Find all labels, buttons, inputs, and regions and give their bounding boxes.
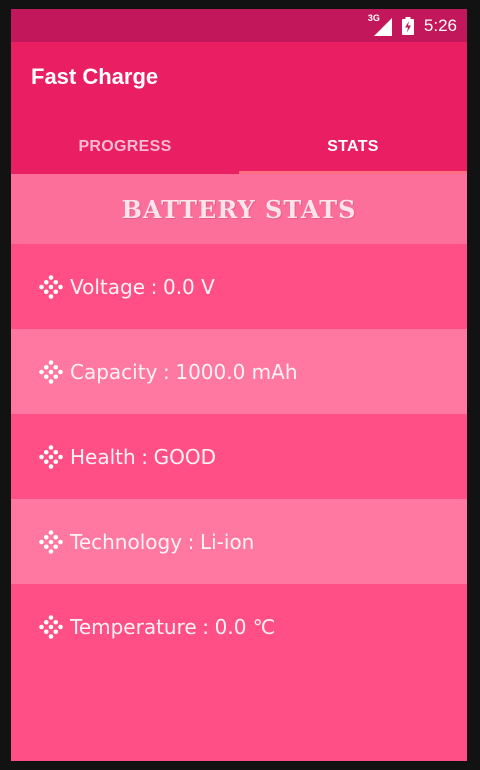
stat-row-health: Health : GOOD [11, 414, 467, 499]
status-icons: 3G 5:26 [367, 9, 457, 42]
stat-text: Temperature : 0.0 ℃ [70, 615, 275, 639]
stat-label: Health [70, 444, 136, 469]
network-type-label: 3G [367, 12, 380, 23]
stat-row-technology: Technology : Li-ion [11, 499, 467, 584]
diamond-dots-icon [39, 274, 63, 299]
status-bar: 3G 5:26 [11, 9, 467, 42]
stat-separator: : [150, 274, 158, 299]
diamond-dots-icon [39, 614, 63, 639]
stat-value: 0.0 ℃ [214, 614, 276, 639]
stat-text: Technology : Li-ion [70, 530, 254, 554]
stat-value: Li-ion [199, 529, 255, 554]
stat-row-temperature: Temperature : 0.0 ℃ [11, 584, 467, 669]
stat-separator: : [163, 359, 170, 384]
diamond-dots-icon [39, 444, 63, 469]
app-bar: Fast Charge PROGRESS STATS [11, 42, 467, 174]
diamond-dots-icon [39, 529, 63, 554]
stat-separator: : [187, 529, 195, 554]
stat-value: 0.0 V [162, 274, 215, 299]
diamond-dots-icon [39, 359, 63, 384]
stat-text: Capacity : 1000.0 mAh [70, 360, 298, 384]
stats-title: BATTERY STATS [121, 194, 357, 224]
phone-screen: 3G 5:26 Fast Charge PROGRESS STATS BATTE… [11, 9, 467, 761]
app-title: Fast Charge [31, 64, 159, 89]
stat-label: Technology [70, 529, 183, 554]
stat-list: Voltage : 0.0 V Capacity: 1000.0 mAh He… [11, 244, 467, 669]
stat-text: Voltage : 0.0 V [70, 275, 215, 299]
stat-value: GOOD [153, 444, 217, 469]
stat-label: Voltage [70, 274, 146, 299]
network-indicator: 3G [367, 12, 392, 36]
stat-separator: : [202, 614, 210, 639]
stat-label: Temperature [70, 614, 197, 639]
battery-charging-icon [401, 16, 414, 35]
device-frame: 3G 5:26 Fast Charge PROGRESS STATS BATTE… [0, 0, 480, 770]
tab-bar: PROGRESS STATS [11, 120, 467, 174]
stat-value: 1000.0 mAh [175, 359, 298, 384]
stat-row-voltage: Voltage : 0.0 V [11, 244, 467, 329]
stat-row-capacity: Capacity : 1000.0 mAh [11, 329, 467, 414]
clock: 5:26 [423, 15, 457, 35]
tab-stats[interactable]: STATS [239, 120, 467, 174]
stat-separator: : [141, 444, 149, 469]
stats-header: BATTERY STATS [11, 174, 467, 244]
tab-progress[interactable]: PROGRESS [11, 120, 239, 174]
stat-label: Capacity [70, 359, 158, 384]
stat-text: Health : GOOD [70, 445, 216, 469]
